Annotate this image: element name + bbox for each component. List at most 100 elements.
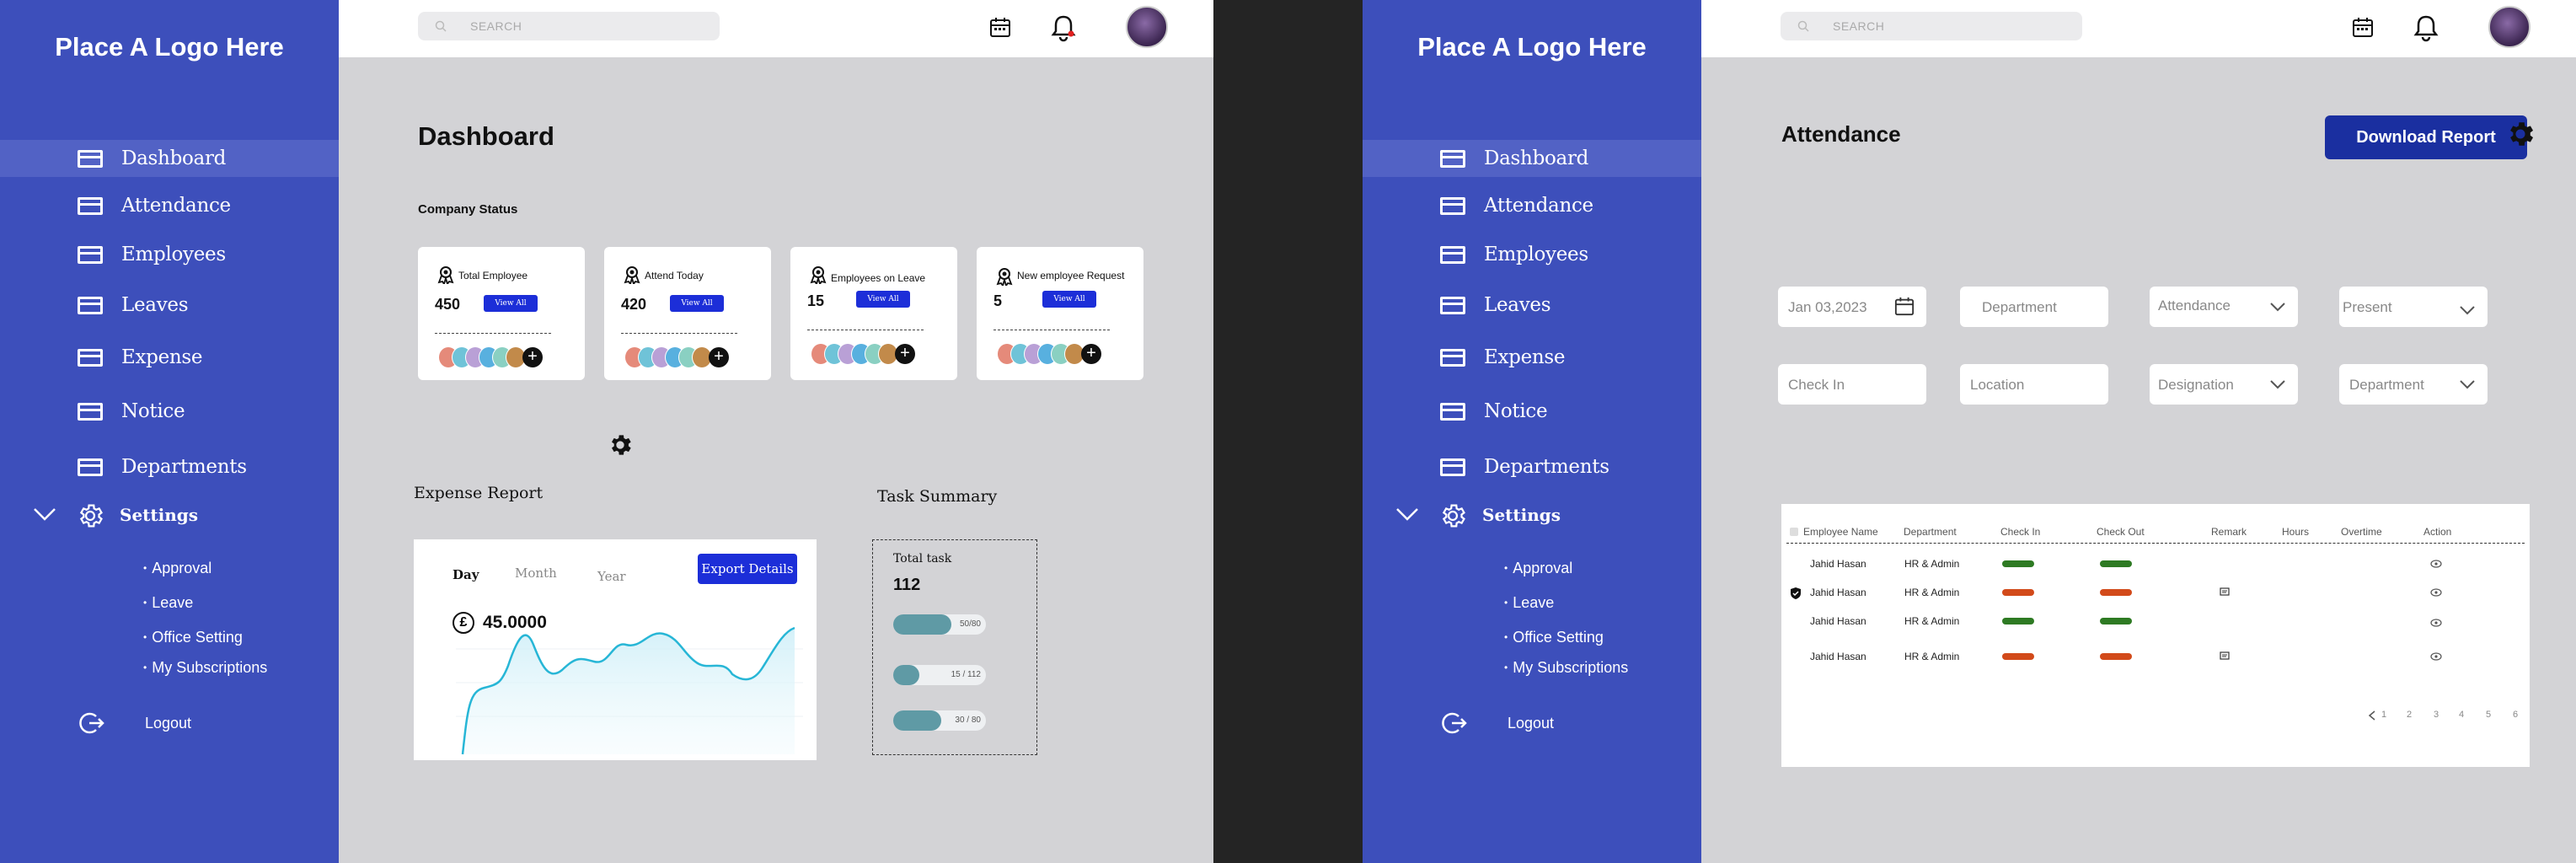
attendance-select[interactable]: Attendance (2150, 287, 2298, 327)
sidebar: Place A Logo Here Dashboard Attendance E… (0, 0, 339, 863)
table-row[interactable]: Jahid Hasan HR & Admin (1781, 587, 2530, 607)
sub-item-leave[interactable]: Leave (143, 594, 193, 612)
sidebar-item-departments[interactable]: Departments (0, 448, 339, 485)
check-in-status (2002, 589, 2034, 596)
page-link[interactable]: 6 (2513, 710, 2518, 720)
department-field[interactable]: Department (1960, 287, 2108, 327)
view-all-button[interactable]: View All (484, 295, 538, 312)
card-title: New employee Request (1017, 270, 1125, 281)
table-row[interactable]: Jahid Hasan HR & Admin (1781, 651, 2530, 671)
location-field[interactable]: Location (1960, 364, 2108, 405)
task-title: Total task (893, 552, 952, 566)
chevron-down-icon[interactable] (32, 504, 57, 524)
progress-text: 50/80 (959, 619, 981, 629)
page-link[interactable]: 2 (2407, 710, 2412, 720)
pagination: 1 2 3 4 5 6 (2363, 710, 2523, 726)
sub-item-approval[interactable]: Approval (1504, 560, 1572, 577)
add-icon[interactable]: + (1081, 344, 1101, 364)
gear-icon[interactable] (607, 432, 634, 458)
sidebar-item-dashboard[interactable]: Dashboard (0, 140, 339, 177)
document-icon[interactable] (2220, 587, 2230, 597)
designation-select[interactable]: Designation (2150, 364, 2298, 405)
add-icon[interactable]: + (522, 347, 543, 367)
sidebar-item-attendance[interactable]: Attendance (0, 187, 339, 224)
status-card-new-employee-request: New employee Request 5 View All + (977, 247, 1143, 380)
sub-item-leave[interactable]: Leave (1504, 594, 1554, 612)
logout-button[interactable]: Logout (0, 710, 339, 740)
sub-item-approval[interactable]: Approval (143, 560, 212, 577)
column-header: Overtime (2341, 526, 2382, 538)
sidebar-item-expense[interactable]: Expense (1363, 339, 1701, 376)
sidebar-item-employees[interactable]: Employees (1363, 236, 1701, 273)
topbar: SEARCH (339, 0, 1213, 57)
table-row[interactable]: Jahid Hasan HR & Admin (1781, 615, 2530, 635)
header-divider (1786, 543, 2525, 544)
avatar[interactable] (1126, 6, 1168, 48)
sidebar-item-leaves[interactable]: Leaves (0, 287, 339, 324)
sidebar-item-settings[interactable]: Settings (0, 497, 339, 534)
sidebar-item-attendance[interactable]: Attendance (1363, 187, 1701, 224)
gear-icon[interactable] (2504, 118, 2536, 150)
sidebar-item-expense[interactable]: Expense (0, 339, 339, 376)
sidebar-item-dashboard[interactable]: Dashboard (1363, 140, 1701, 177)
table-row[interactable]: Jahid Hasan HR & Admin (1781, 558, 2530, 578)
page-link[interactable]: 4 (2459, 710, 2464, 720)
sidebar-item-label: Dashboard (121, 147, 227, 169)
avatar[interactable] (2488, 6, 2530, 48)
employee-name: Jahid Hasan (1810, 651, 1866, 662)
chevron-down-icon[interactable] (1395, 504, 1420, 524)
calendar-icon[interactable] (989, 17, 1011, 39)
view-all-button[interactable]: View All (1042, 291, 1096, 308)
sidebar-item-label: Settings (120, 505, 199, 525)
sub-item-office-setting[interactable]: Office Setting (143, 629, 243, 646)
page-link[interactable]: 5 (2486, 710, 2491, 720)
calendar-icon[interactable] (2352, 17, 2374, 39)
department-select[interactable]: Department (2339, 364, 2488, 405)
chevron-left-icon[interactable] (2368, 710, 2376, 721)
page-link[interactable]: 1 (2381, 710, 2386, 720)
view-all-button[interactable]: View All (856, 291, 910, 308)
sidebar-item-label: Leaves (121, 294, 189, 316)
search-input[interactable]: SEARCH (418, 12, 720, 40)
employee-name: Jahid Hasan (1810, 615, 1866, 627)
card-icon (1440, 297, 1465, 314)
select-all-checkbox[interactable] (1790, 528, 1798, 536)
sidebar-item-departments[interactable]: Departments (1363, 448, 1701, 485)
check-in-field[interactable]: Check In (1778, 364, 1926, 405)
column-header: Check In (2000, 526, 2041, 538)
date-picker[interactable]: Jan 03,2023 (1778, 287, 1926, 327)
eye-icon[interactable] (2430, 619, 2442, 627)
status-card-total-employee: Total Employee 450 View All + (418, 247, 585, 380)
sub-item-my-subscriptions[interactable]: My Subscriptions (1504, 659, 1628, 677)
progress-bar: 50/80 (893, 614, 986, 635)
employee-name: Jahid Hasan (1810, 587, 1866, 598)
status-card-employees-on-leave: Employees on Leave 15 View All + (790, 247, 957, 380)
eye-icon[interactable] (2430, 560, 2442, 568)
sidebar-item-label: Employees (1484, 244, 1588, 265)
view-all-button[interactable]: View All (670, 295, 724, 312)
add-icon[interactable]: + (709, 347, 729, 367)
page-link[interactable]: 3 (2434, 710, 2439, 720)
download-report-button[interactable]: Download Report (2325, 115, 2527, 159)
sidebar-item-notice[interactable]: Notice (1363, 393, 1701, 430)
bell-icon[interactable] (2413, 13, 2439, 42)
sidebar-item-employees[interactable]: Employees (0, 236, 339, 273)
sub-item-office-setting[interactable]: Office Setting (1504, 629, 1604, 646)
page-title: Dashboard (418, 121, 554, 151)
search-input[interactable]: SEARCH (1781, 12, 2082, 40)
sidebar-item-settings[interactable]: Settings (1363, 497, 1701, 534)
award-icon (437, 266, 454, 284)
logout-button[interactable]: Logout (1363, 710, 1701, 740)
bell-icon[interactable] (1050, 13, 1077, 42)
add-icon[interactable]: + (895, 344, 915, 364)
document-icon[interactable] (2220, 651, 2230, 661)
present-select[interactable]: Present (2339, 287, 2488, 327)
sub-item-my-subscriptions[interactable]: My Subscriptions (143, 659, 267, 677)
eye-icon[interactable] (2430, 652, 2442, 661)
employee-name: Jahid Hasan (1810, 558, 1866, 570)
sidebar-item-leaves[interactable]: Leaves (1363, 287, 1701, 324)
award-icon (624, 266, 640, 284)
sidebar-item-notice[interactable]: Notice (0, 393, 339, 430)
logo: Place A Logo Here (1417, 32, 1647, 62)
eye-icon[interactable] (2430, 588, 2442, 597)
